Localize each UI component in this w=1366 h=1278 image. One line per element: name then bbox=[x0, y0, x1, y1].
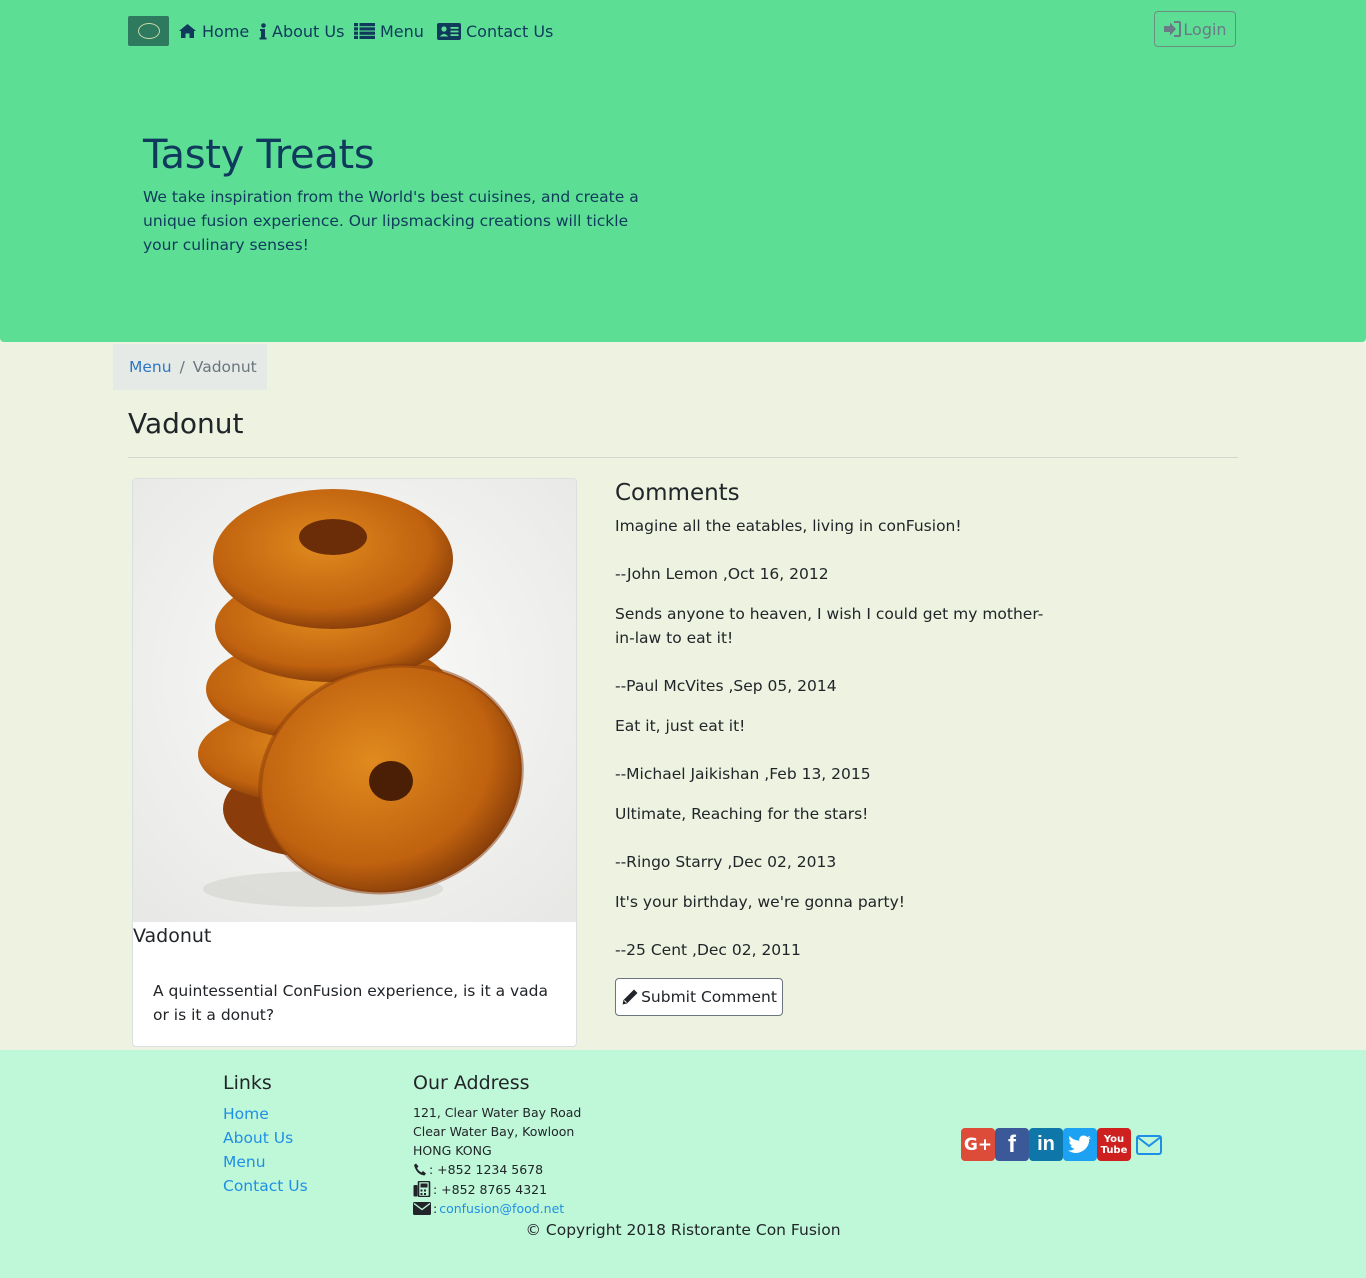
facebook-label: f bbox=[1008, 1130, 1016, 1158]
nav-contact-label: Contact Us bbox=[466, 21, 554, 41]
nav-about-label: About Us bbox=[272, 21, 345, 41]
google-plus-icon[interactable]: G+ bbox=[961, 1128, 995, 1161]
home-icon bbox=[179, 24, 196, 38]
list-icon bbox=[354, 23, 375, 39]
footer-address-heading: Our Address bbox=[413, 1072, 530, 1094]
info-icon bbox=[259, 22, 267, 39]
footer bbox=[0, 1050, 1366, 1278]
nav-home[interactable]: Home bbox=[178, 20, 249, 42]
footer-links-heading: Links bbox=[223, 1072, 272, 1094]
phone-line: : +852 1234 5678 bbox=[413, 1162, 543, 1177]
linkedin-icon[interactable]: in bbox=[1029, 1128, 1063, 1161]
nav-about[interactable]: About Us bbox=[259, 20, 344, 42]
email-prefix: : bbox=[433, 1201, 438, 1216]
submit-comment-label: Submit Comment bbox=[641, 988, 777, 1006]
card-description: A quintessential ConFusion experience, i… bbox=[153, 982, 549, 1024]
google-plus-label: G+ bbox=[963, 1134, 993, 1155]
address-line: 121, Clear Water Bay Road bbox=[413, 1105, 582, 1120]
comment-text: Imagine all the eatables, living in conF… bbox=[615, 517, 962, 535]
comment-author: --John Lemon ,Oct 16, 2012 bbox=[615, 565, 829, 583]
brand-logo[interactable] bbox=[128, 16, 169, 46]
comment-text: Ultimate, Reaching for the stars! bbox=[615, 805, 869, 823]
page-title: Vadonut bbox=[128, 407, 244, 440]
breadcrumb-menu-link[interactable]: Menu bbox=[129, 358, 172, 376]
comment-text: It's your birthday, we're gonna party! bbox=[615, 893, 906, 911]
linkedin-label: in bbox=[1037, 1133, 1055, 1155]
dish-image bbox=[133, 479, 576, 922]
breadcrumb: Menu / Vadonut bbox=[113, 344, 267, 390]
breadcrumb-current: Vadonut bbox=[192, 358, 257, 376]
phone-icon bbox=[414, 1163, 426, 1176]
jumbotron-text: We take inspiration from the World's bes… bbox=[143, 188, 639, 254]
envelope-outline-icon bbox=[1136, 1134, 1162, 1155]
facebook-icon[interactable]: f bbox=[995, 1128, 1029, 1161]
submit-comment-button[interactable]: Submit Comment bbox=[615, 978, 783, 1016]
jumbotron-title: Tasty Treats bbox=[143, 132, 375, 178]
address-line: HONG KONG bbox=[413, 1143, 492, 1158]
twitter-bird-icon bbox=[1068, 1135, 1091, 1153]
youtube-label-top: You bbox=[1103, 1133, 1125, 1145]
comment-text: Eat it, just eat it! bbox=[615, 717, 746, 735]
email-link[interactable]: confusion@food.net bbox=[439, 1201, 564, 1216]
sign-in-icon bbox=[1164, 21, 1182, 37]
logo-emblem bbox=[137, 23, 160, 39]
footer-link-about[interactable]: About Us bbox=[223, 1129, 293, 1147]
comment-author: --Paul McVites ,Sep 05, 2014 bbox=[615, 677, 837, 695]
fax-text: : +852 8765 4321 bbox=[433, 1181, 548, 1197]
phone-text: : +852 1234 5678 bbox=[429, 1162, 544, 1177]
comment-text: Sends anyone to heaven, I wish I could g… bbox=[615, 605, 1044, 647]
comment-author: --25 Cent ,Dec 02, 2011 bbox=[615, 941, 801, 959]
fax-line: : +852 8765 4321 bbox=[413, 1181, 547, 1197]
mail-icon[interactable] bbox=[1134, 1128, 1164, 1161]
nav-home-label: Home bbox=[202, 21, 250, 41]
nav-contact[interactable]: Contact Us bbox=[437, 20, 553, 42]
nav-menu-label: Menu bbox=[380, 21, 424, 41]
comment-author: --Ringo Starry ,Dec 02, 2013 bbox=[615, 853, 837, 871]
nav-menu[interactable]: Menu bbox=[354, 20, 424, 42]
comment-author: --Michael Jaikishan ,Feb 13, 2015 bbox=[615, 765, 871, 783]
fax-icon bbox=[413, 1181, 431, 1197]
youtube-icon[interactable]: You Tube bbox=[1097, 1128, 1131, 1161]
footer-link-home[interactable]: Home bbox=[223, 1105, 269, 1123]
address-line: Clear Water Bay, Kowloon bbox=[413, 1124, 575, 1139]
login-button[interactable]: Login bbox=[1154, 11, 1236, 47]
comments-heading: Comments bbox=[615, 480, 740, 506]
envelope-icon bbox=[413, 1202, 431, 1215]
pencil-icon bbox=[622, 989, 638, 1005]
youtube-label-bottom: Tube bbox=[1100, 1144, 1128, 1156]
login-label: Login bbox=[1183, 19, 1227, 39]
jumbotron: Tasty Treats We take inspiration from th… bbox=[0, 58, 1366, 342]
footer-link-menu[interactable]: Menu bbox=[223, 1153, 266, 1171]
dish-card: Vadonut A quintessential ConFusion exper… bbox=[132, 478, 577, 1047]
card-title: Vadonut bbox=[133, 925, 212, 947]
twitter-icon[interactable] bbox=[1063, 1128, 1097, 1161]
copyright: © Copyright 2018 Ristorante Con Fusion bbox=[525, 1221, 841, 1239]
footer-link-contact[interactable]: Contact Us bbox=[223, 1177, 308, 1195]
navbar: Home About Us Menu Contact Us Login bbox=[0, 0, 1366, 60]
breadcrumb-separator: / bbox=[179, 358, 185, 376]
address-card-icon bbox=[437, 22, 461, 40]
divider bbox=[128, 457, 1238, 458]
email-line: : confusion@food.net bbox=[413, 1201, 564, 1216]
